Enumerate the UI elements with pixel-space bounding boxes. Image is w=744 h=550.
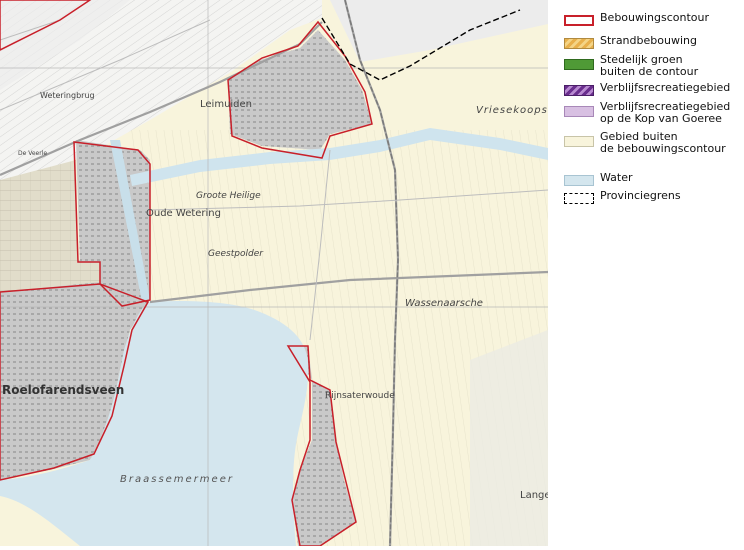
label-leimuiden: Leimuiden xyxy=(200,99,252,110)
legend-label: Verblijfsrecreatiegebied xyxy=(600,81,731,94)
legend-item-verblijfsrecreatiegebied: Verblijfsrecreatiegebied xyxy=(564,82,730,96)
legend-item-water: Water xyxy=(564,172,633,186)
legend-label: Bebouwingscontour xyxy=(600,11,710,24)
legend-item-gebied-buiten: Gebied buiten de bebouwingscontour xyxy=(564,131,726,155)
strandbebouwing-swatch-icon xyxy=(564,38,594,49)
legend-label: Gebied buiten de bebouwingscontour xyxy=(600,130,726,155)
legend-item-bebouwingscontour: Bebouwingscontour xyxy=(564,12,709,26)
provinciegrens-swatch-icon xyxy=(564,193,594,204)
legend-item-stedelijk-groen: Stedelijk groen buiten de contour xyxy=(564,54,698,78)
legend-item-strandbebouwing: Strandbebouwing xyxy=(564,35,697,49)
legend-label: Water xyxy=(600,171,633,184)
map-legend: Bebouwingscontour Strandbebouwing Stedel… xyxy=(552,0,744,546)
bebouwingscontour-swatch-icon xyxy=(564,15,594,26)
map-view[interactable]: Leimuiden Oude Wetering Roelofarendsveen… xyxy=(0,0,551,547)
legend-label: Verblijfsrecreatiegebied op de Kop van G… xyxy=(600,100,731,125)
verblijfsrecreatiegebied-swatch-icon xyxy=(564,85,594,96)
legend-label: Strandbebouwing xyxy=(600,34,697,47)
kop-van-goeree-swatch-icon xyxy=(564,106,594,117)
label-weteringbrug: Weteringbrug xyxy=(40,91,95,100)
map-canvas: Leimuiden Oude Wetering Roelofarendsveen… xyxy=(0,0,551,547)
label-oude-wetering: Oude Wetering xyxy=(146,208,221,219)
label-langeraar: Lange xyxy=(520,490,548,501)
gebied-buiten-swatch-icon xyxy=(564,136,594,147)
label-de-veerle: De Veerle xyxy=(18,150,47,157)
label-braassemermeer: Braassemermeer xyxy=(120,474,234,485)
label-wassenaarsche: Wassenaarsche xyxy=(405,298,483,309)
right-urban xyxy=(470,330,548,546)
legend-item-kop-van-goeree: Verblijfsrecreatiegebied op de Kop van G… xyxy=(564,101,730,125)
stedelijk-groen-swatch-icon xyxy=(564,59,594,70)
legend-label: Provinciegrens xyxy=(600,189,681,202)
label-roelofarendsveen: Roelofarendsveen xyxy=(2,383,124,397)
label-groote-heilige: Groote Heilige xyxy=(196,191,261,201)
label-rijnsaterwoude: Rijnsaterwoude xyxy=(325,391,395,401)
legend-label: Stedelijk groen buiten de contour xyxy=(600,53,699,78)
water-swatch-icon xyxy=(564,175,594,186)
label-geestpolder: Geestpolder xyxy=(208,249,264,259)
legend-item-provinciegrens: Provinciegrens xyxy=(564,190,681,204)
label-vrieschepolder: Vriesekoops xyxy=(476,105,548,116)
